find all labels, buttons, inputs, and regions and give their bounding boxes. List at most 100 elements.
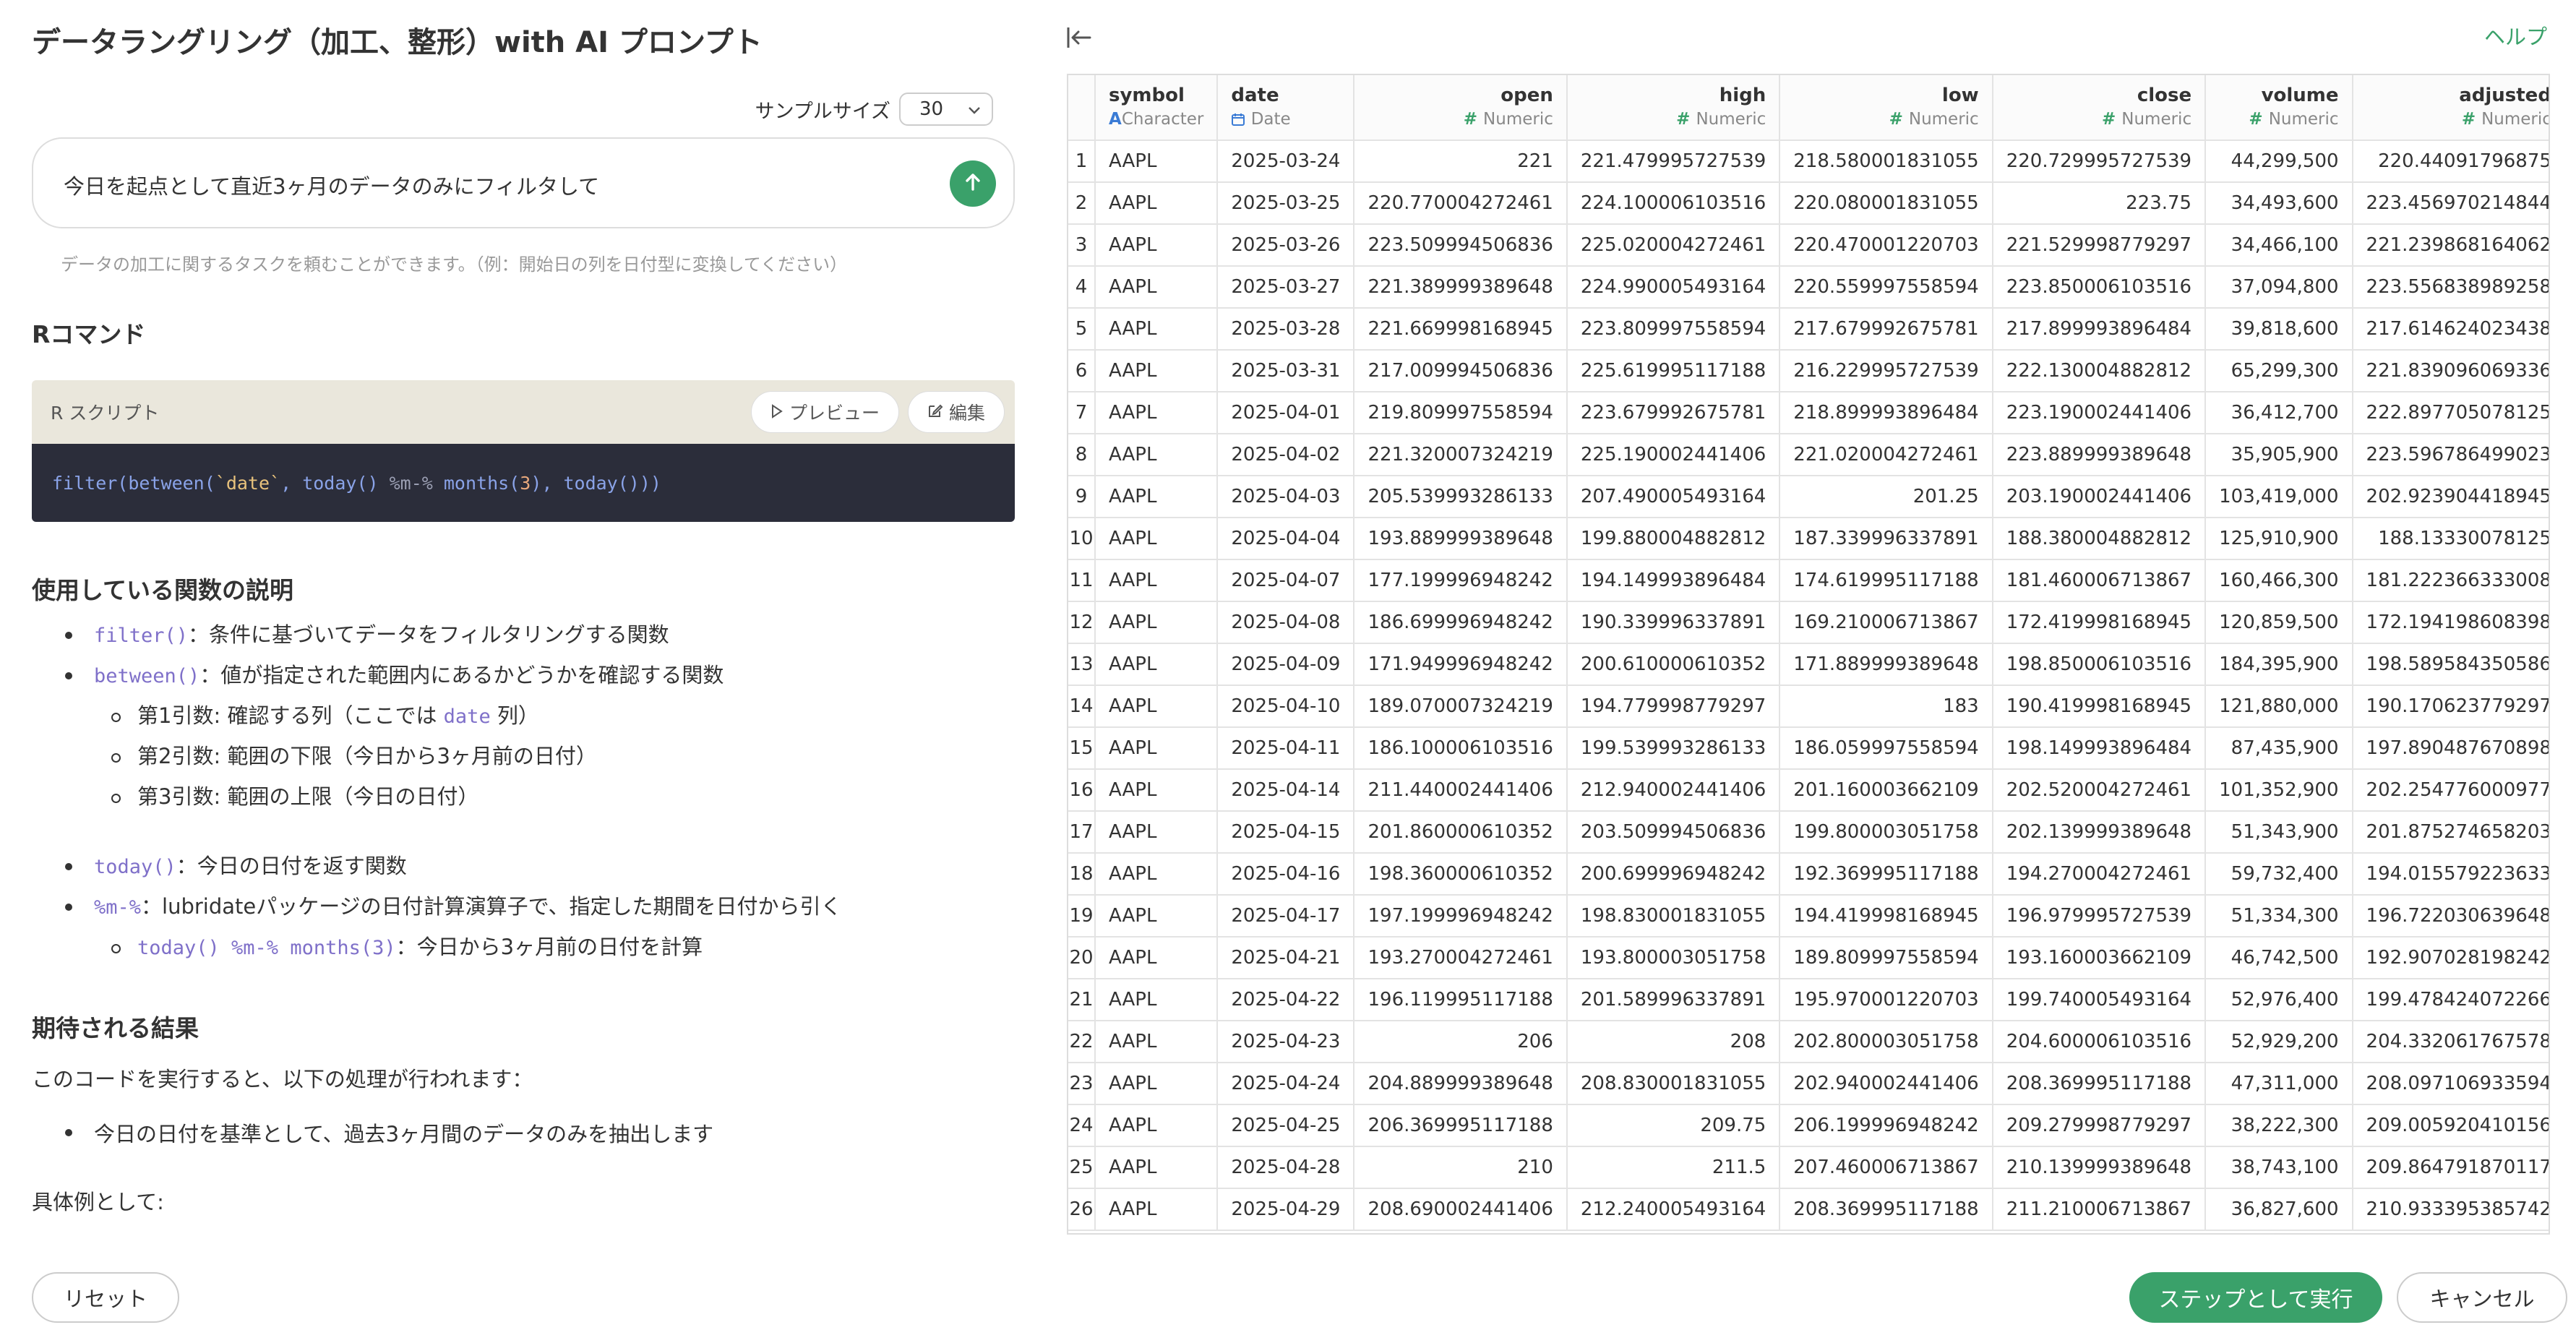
table-row[interactable]: 6 AAPL 2025-03-31 217.009994506836 225.61999… xyxy=(1068,350,2549,392)
column-type-label: Date xyxy=(1250,110,1291,129)
table-row[interactable]: 14 AAPL 2025-04-10 189.070007324219 194.7799… xyxy=(1068,685,2549,728)
table-row[interactable]: 24 AAPL 2025-04-25 206.369995117188 209.75 20… xyxy=(1068,1104,2549,1147)
send-button[interactable] xyxy=(950,160,996,207)
table-cell: 2025-04-02 xyxy=(1217,434,1355,476)
row-number: 4 xyxy=(1068,266,1096,309)
preview-button[interactable]: プレビュー xyxy=(750,391,899,433)
table-row[interactable]: 22 AAPL 2025-04-23 206 208 202.800003051758 20… xyxy=(1068,1021,2549,1063)
column-header-low[interactable]: low # Numeric xyxy=(1779,75,1993,141)
table-cell: 218.580001831055 xyxy=(1779,140,1993,183)
inline-code: between() xyxy=(94,665,200,687)
column-header-date[interactable]: date Date xyxy=(1217,75,1355,141)
table-cell: AAPL xyxy=(1095,434,1219,476)
table-row[interactable]: 16 AAPL 2025-04-14 211.440002441406 212.9400… xyxy=(1068,769,2549,812)
r-code-editor[interactable]: filter(between(`date`, today() %m-% mont… xyxy=(32,444,1015,522)
column-header-volume[interactable]: volume # Numeric xyxy=(2205,75,2353,141)
table-row[interactable]: 7 AAPL 2025-04-01 219.809997558594 223.67999… xyxy=(1068,392,2549,434)
prompt-input[interactable]: 今日を起点として直近3ヶ月のデータのみにフィルタして xyxy=(32,137,1015,228)
table-cell: 219.809997558594 xyxy=(1354,392,1568,434)
table-cell: 160,466,300 xyxy=(2205,559,2353,602)
table-cell: 198.589584350586 xyxy=(2352,643,2549,686)
table-row[interactable]: 15 AAPL 2025-04-11 186.100006103516 199.5399… xyxy=(1068,727,2549,770)
table-cell: 65,299,300 xyxy=(2205,350,2353,392)
run-as-step-button[interactable]: ステップとして実行 xyxy=(2129,1272,2382,1323)
table-cell: 37,094,800 xyxy=(2205,266,2353,309)
column-name: high xyxy=(1719,85,1766,106)
sample-size-value: 30 xyxy=(919,98,944,120)
table-row[interactable]: 23 AAPL 2025-04-24 204.889999389648 208.8300… xyxy=(1068,1063,2549,1105)
table-cell: 187.339996337891 xyxy=(1779,518,1993,560)
table-cell: AAPL xyxy=(1095,601,1219,644)
table-cell: 44,299,500 xyxy=(2205,140,2353,183)
table-cell: 218.899993896484 xyxy=(1779,392,1993,434)
table-row[interactable]: 26 AAPL 2025-04-29 208.690002441406 212.2400… xyxy=(1068,1188,2549,1231)
table-cell: 38,743,100 xyxy=(2205,1146,2353,1189)
table-cell: 199.539993286133 xyxy=(1566,727,1781,770)
table-cell: 198.360000610352 xyxy=(1354,853,1568,896)
table-row[interactable]: 13 AAPL 2025-04-09 171.949996948242 200.6100… xyxy=(1068,643,2549,686)
reset-button[interactable]: リセット xyxy=(32,1272,179,1323)
column-type-label: Numeric xyxy=(1696,110,1766,129)
help-link[interactable]: ヘルプ xyxy=(2484,20,2547,51)
table-row[interactable]: 25 AAPL 2025-04-28 210 211.5 207.460006713867… xyxy=(1068,1146,2549,1189)
collapse-panel-icon[interactable] xyxy=(1065,25,1094,51)
table-cell: AAPL xyxy=(1095,1104,1219,1147)
table-cell: 201.589996337891 xyxy=(1566,979,1781,1021)
table-cell: AAPL xyxy=(1095,979,1219,1021)
table-cell: 194.015579223633 xyxy=(2352,853,2549,896)
column-header-close[interactable]: close # Numeric xyxy=(1992,75,2207,141)
table-row[interactable]: 20 AAPL 2025-04-21 193.270004272461 193.8000… xyxy=(1068,937,2549,979)
table-cell: 220.080001831055 xyxy=(1779,182,1993,225)
edit-button[interactable]: 編集 xyxy=(907,391,1005,433)
table-row[interactable]: 2 AAPL 2025-03-25 220.770004272461 224.10000… xyxy=(1068,182,2549,225)
table-row[interactable]: 19 AAPL 2025-04-17 197.199996948242 198.8300… xyxy=(1068,895,2549,938)
table-row[interactable]: 17 AAPL 2025-04-15 201.860000610352 203.5099… xyxy=(1068,811,2549,854)
row-number: 15 xyxy=(1068,727,1096,770)
table-cell: 208.369995117188 xyxy=(1992,1063,2207,1105)
table-cell: 186.059997558594 xyxy=(1779,727,1993,770)
chevron-down-icon xyxy=(967,98,982,120)
table-cell: 225.020004272461 xyxy=(1566,224,1781,267)
table-row[interactable]: 3 AAPL 2025-03-26 223.509994506836 225.02000… xyxy=(1068,224,2549,267)
table-cell: 2025-04-04 xyxy=(1217,518,1355,560)
table-cell: 193.800003051758 xyxy=(1566,937,1781,979)
table-cell: 207.490005493164 xyxy=(1566,476,1781,518)
table-cell: AAPL xyxy=(1095,559,1219,602)
list-item: %m-%：lubridateパッケージの日付計算演算子で、指定した期間を日付から… xyxy=(65,891,997,931)
table-row[interactable]: 9 AAPL 2025-04-03 205.539993286133 207.49000… xyxy=(1068,476,2549,518)
column-header-open[interactable]: open # Numeric xyxy=(1354,75,1568,141)
table-cell: 217.899993896484 xyxy=(1992,308,2207,351)
table-row[interactable]: 11 AAPL 2025-04-07 177.199996948242 194.1499… xyxy=(1068,559,2549,602)
table-row[interactable]: 4 AAPL 2025-03-27 221.389999389648 224.99000… xyxy=(1068,266,2549,309)
table-row[interactable]: 18 AAPL 2025-04-16 198.360000610352 200.6999… xyxy=(1068,853,2549,896)
table-row[interactable]: 5 AAPL 2025-03-28 221.669998168945 223.80999… xyxy=(1068,308,2549,351)
table-cell: 201.25 xyxy=(1779,476,1993,518)
row-number: 7 xyxy=(1068,392,1096,434)
table-row[interactable]: 12 AAPL 2025-04-08 186.699996948242 190.3399… xyxy=(1068,601,2549,644)
table-row[interactable]: 1 AAPL 2025-03-24 221 221.479995727539 218.58… xyxy=(1068,140,2549,183)
functions-heading: 使用している関数の説明 xyxy=(32,576,294,604)
table-cell: 202.520004272461 xyxy=(1992,769,2207,812)
column-header-high[interactable]: high # Numeric xyxy=(1566,75,1781,141)
table-cell: 39,818,600 xyxy=(2205,308,2353,351)
table-row[interactable]: 21 AAPL 2025-04-22 196.119995117188 201.5899… xyxy=(1068,979,2549,1021)
table-cell: 2025-04-28 xyxy=(1217,1146,1355,1189)
row-number: 8 xyxy=(1068,434,1096,476)
table-cell: 197.890487670898 xyxy=(2352,727,2549,770)
cancel-button[interactable]: キャンセル xyxy=(2397,1272,2567,1323)
column-header-symbol[interactable]: symbol ACharacter xyxy=(1095,75,1219,141)
table-cell: 2025-04-15 xyxy=(1217,811,1355,854)
list-item: filter()：条件に基づいてデータをフィルタリングする関数 xyxy=(65,619,997,659)
table-cell: 52,976,400 xyxy=(2205,979,2353,1021)
list-item-text: ：lubridateパッケージの日付計算演算子で、指定した期間を日付から引く xyxy=(141,894,842,919)
table-cell: 125,910,900 xyxy=(2205,518,2353,560)
sample-size-select[interactable]: 30 xyxy=(899,93,993,126)
row-number: 13 xyxy=(1068,643,1096,686)
list-item: today()：今日の日付を返す関数 xyxy=(65,850,997,891)
column-header-adjusted[interactable]: adjusted # Numeric xyxy=(2352,75,2549,141)
table-row[interactable]: 10 AAPL 2025-04-04 193.889999389648 199.8800… xyxy=(1068,518,2549,560)
table-cell: 2025-04-08 xyxy=(1217,601,1355,644)
data-preview-table[interactable]: symbol ACharacter date Date open # Numeric hi… xyxy=(1067,74,2550,1235)
table-cell: 208.690002441406 xyxy=(1354,1188,1568,1231)
table-row[interactable]: 8 AAPL 2025-04-02 221.320007324219 225.19000… xyxy=(1068,434,2549,476)
